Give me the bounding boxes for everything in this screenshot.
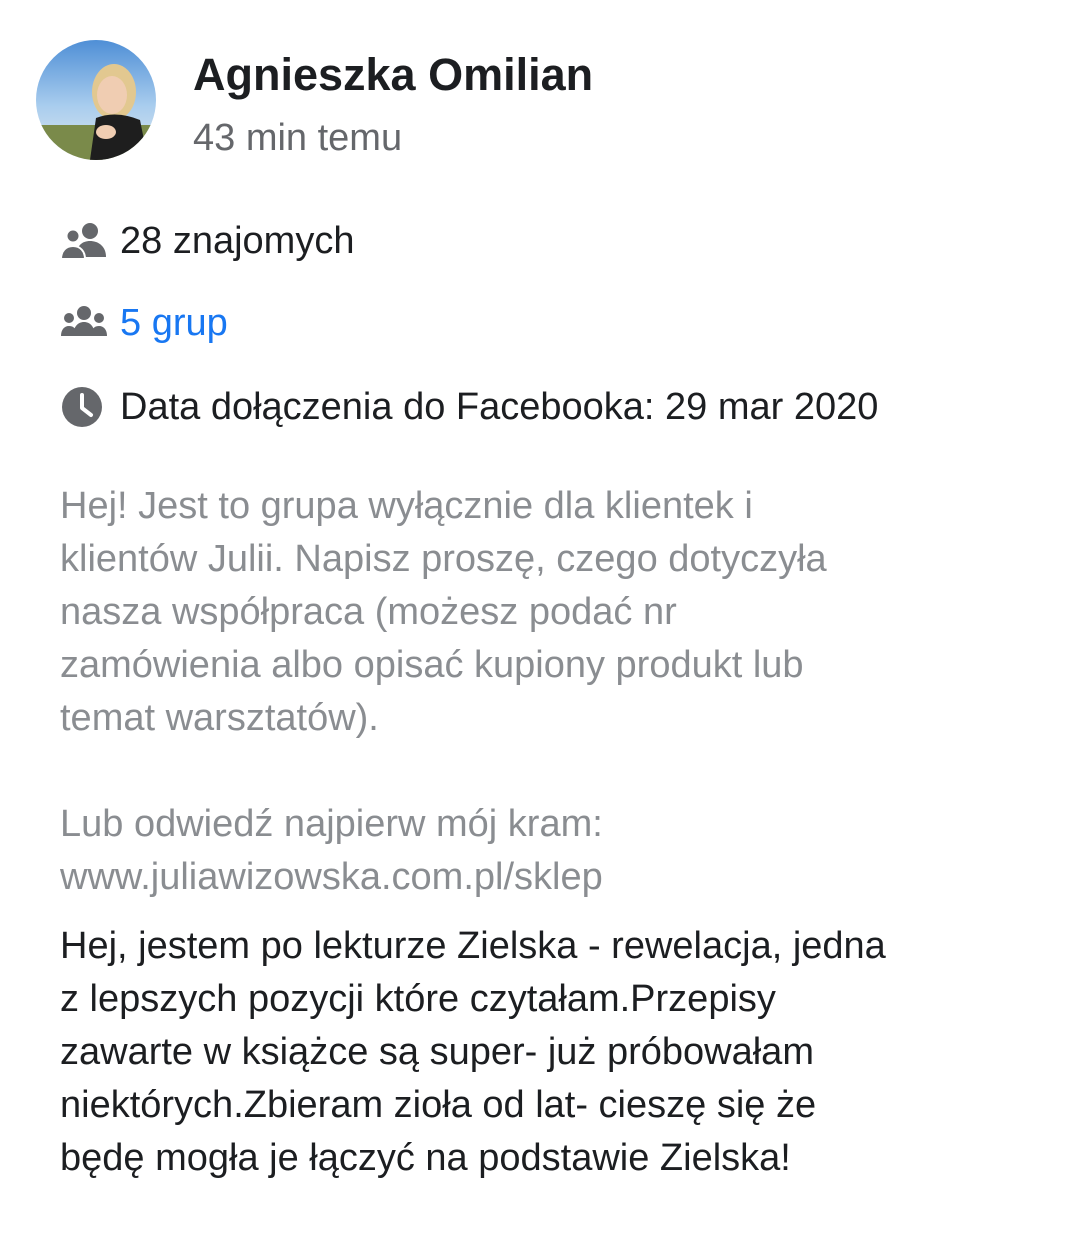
join-date-row: Data dołączenia do Facebooka: 29 mar 202… <box>60 382 878 432</box>
join-date-label: Data dołączenia do Facebooka: 29 mar 202… <box>120 385 879 428</box>
profile-header: Agnieszka Omilian 43 min temu <box>36 40 1036 164</box>
answer-line: temat warsztatów). <box>60 697 379 739</box>
shop-url: www.juliawizowska.com.pl/sklep <box>60 856 603 898</box>
groups-icon <box>60 298 110 348</box>
groups-link[interactable]: 5 grup <box>120 302 228 345</box>
avatar[interactable] <box>36 40 156 160</box>
response-line: będę mogła je łączyć na podstawie Zielsk… <box>60 1137 791 1179</box>
friends-icon <box>60 216 110 266</box>
response-line: niektórych.Zbieram zioła od lat- cieszę … <box>60 1084 817 1126</box>
membership-question-answer: Hej! Jest to grupa wyłącznie dla kliente… <box>60 480 1040 904</box>
clock-icon <box>60 382 110 432</box>
member-response: Hej, jestem po lekturze Zielska - rewela… <box>60 920 1040 1185</box>
response-line: Hej, jestem po lekturze Zielska - rewela… <box>60 925 886 967</box>
response-line: zawarte w książce są super- już próbował… <box>60 1031 814 1073</box>
post-timestamp: 43 min temu <box>193 117 403 159</box>
answer-line: Hej! Jest to grupa wyłącznie dla kliente… <box>60 485 753 527</box>
friends-count-row: 28 znajomych <box>60 216 354 266</box>
friends-count-label: 28 znajomych <box>120 219 355 262</box>
profile-name[interactable]: Agnieszka Omilian <box>193 50 593 100</box>
answer-line: nasza współpraca (możesz podać nr <box>60 591 677 633</box>
response-line: z lepszych pozycji które czytałam.Przepi… <box>60 978 776 1020</box>
answer-line: zamówienia albo opisać kupiony produkt l… <box>60 644 804 686</box>
groups-count-row: 5 grup <box>60 298 228 348</box>
answer-line: klientów Julii. Napisz proszę, czego dot… <box>60 538 827 580</box>
answer-line: Lub odwiedź najpierw mój kram: <box>60 803 603 845</box>
